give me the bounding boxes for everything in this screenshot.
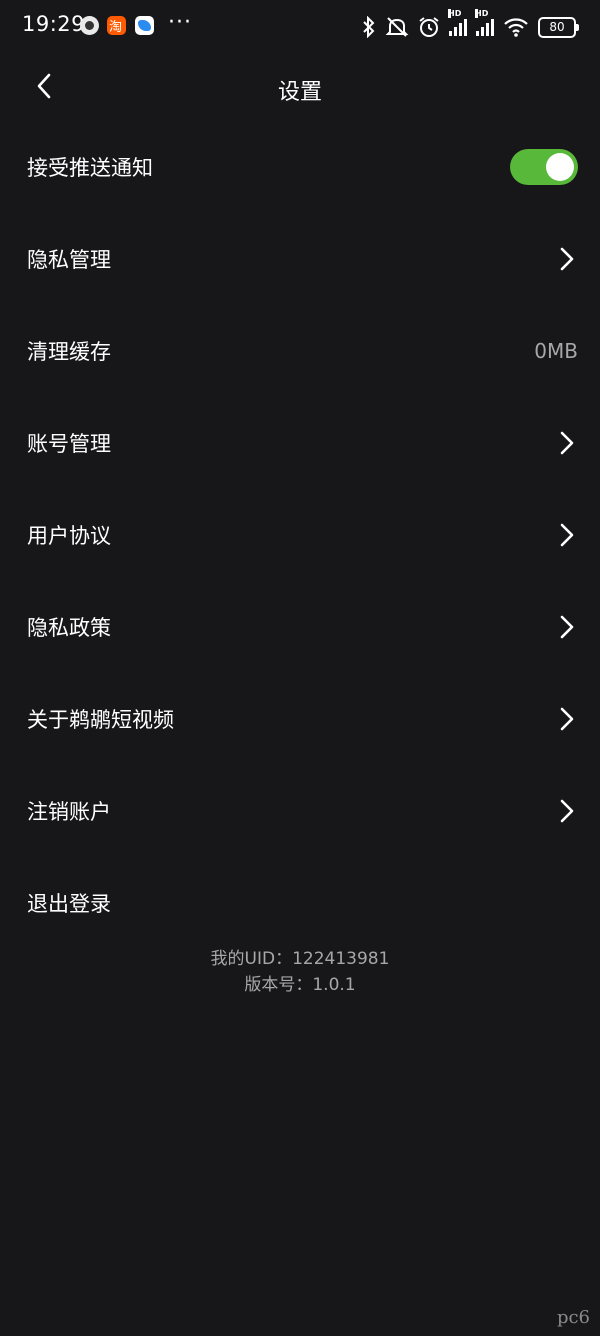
toggle-knob <box>546 153 574 181</box>
taobao-icon <box>107 16 126 35</box>
wifi-icon <box>504 18 528 37</box>
setting-label: 退出登录 <box>27 892 111 916</box>
setting-logout[interactable]: 退出登录 <box>0 857 600 949</box>
user-uid: 我的UID：122413981 <box>210 949 390 969</box>
battery-icon: 80 <box>538 16 579 38</box>
nav-bar: 设置 <box>0 54 600 120</box>
setting-label: 关于鹈鹕短视频 <box>27 708 174 732</box>
setting-account-management[interactable]: 账号管理 <box>0 397 600 489</box>
more-notifications-icon: ··· <box>168 10 192 35</box>
setting-label: 账号管理 <box>27 432 111 456</box>
setting-delete-account[interactable]: 注销账户 <box>0 765 600 857</box>
signal-icon: HD <box>448 9 467 36</box>
setting-push-notifications: 接受推送通知 <box>0 121 600 213</box>
watermark-logo: pc6 <box>556 1307 590 1328</box>
status-time: 19:29 <box>22 12 86 36</box>
settings-list: 接受推送通知 隐私管理 清理缓存 0MB 账号管理 用户协议 隐私政策 关于鹈鹕… <box>0 121 600 949</box>
setting-user-agreement[interactable]: 用户协议 <box>0 489 600 581</box>
chevron-right-icon <box>556 613 578 641</box>
setting-label: 清理缓存 <box>27 340 111 364</box>
status-icons: HD HD 80 <box>362 9 579 40</box>
app-icon <box>80 16 99 35</box>
setting-clear-cache[interactable]: 清理缓存 0MB <box>0 305 600 397</box>
alarm-icon <box>419 17 439 37</box>
chevron-right-icon <box>556 429 578 457</box>
setting-label: 隐私政策 <box>27 616 111 640</box>
setting-privacy-policy[interactable]: 隐私政策 <box>0 581 600 673</box>
setting-label: 注销账户 <box>27 800 111 824</box>
app-version: 版本号：1.0.1 <box>244 975 356 995</box>
app-bird-icon <box>135 16 154 35</box>
chevron-right-icon <box>556 521 578 549</box>
setting-label: 接受推送通知 <box>27 156 153 180</box>
status-bar: 19:29 ··· HD HD 80 <box>0 0 600 54</box>
page-title: 设置 <box>277 80 322 105</box>
setting-label: 用户协议 <box>27 524 111 548</box>
setting-privacy-management[interactable]: 隐私管理 <box>0 213 600 305</box>
setting-label: 隐私管理 <box>27 248 111 272</box>
chevron-right-icon <box>556 245 578 273</box>
mute-icon <box>385 17 409 37</box>
setting-about[interactable]: 关于鹈鹕短视频 <box>0 673 600 765</box>
bluetooth-icon <box>363 16 375 38</box>
chevron-right-icon <box>556 797 578 825</box>
signal-icon-2: HD <box>475 9 494 36</box>
cache-size-value: 0MB <box>534 339 578 363</box>
push-notification-toggle[interactable] <box>510 149 578 185</box>
footer-info: 我的UID：122413981 版本号：1.0.1 <box>0 946 600 998</box>
chevron-right-icon <box>556 705 578 733</box>
